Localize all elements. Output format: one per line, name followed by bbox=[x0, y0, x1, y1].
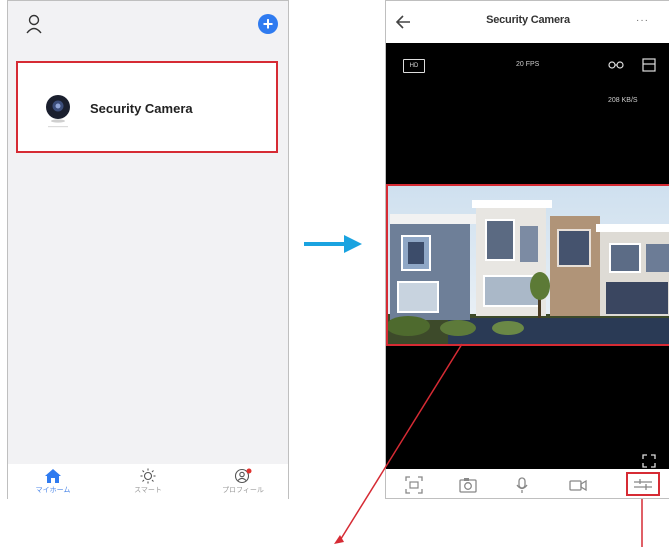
microphone-icon[interactable] bbox=[512, 475, 532, 495]
profile-icon bbox=[234, 468, 252, 484]
live-video-feed[interactable] bbox=[386, 184, 669, 346]
add-device-button[interactable]: + bbox=[258, 14, 278, 34]
device-name: Security Camera bbox=[90, 101, 193, 116]
video-record-icon[interactable] bbox=[568, 475, 588, 495]
camera-live-view-screen: Security Camera ··· HD 20 FPS 208 KB/S bbox=[385, 0, 669, 499]
callout-arrowhead-icon bbox=[334, 535, 344, 544]
quality-badge[interactable]: HD bbox=[403, 59, 425, 73]
flow-arrow-icon bbox=[304, 235, 362, 253]
fps-readout: 20 FPS bbox=[516, 61, 540, 68]
more-options-icon[interactable]: ··· bbox=[636, 15, 649, 26]
page-title: Security Camera bbox=[486, 14, 570, 26]
sun-icon bbox=[140, 468, 156, 484]
house-image bbox=[388, 186, 669, 344]
camera-device-icon bbox=[46, 95, 70, 128]
tab-label: プロフィール bbox=[222, 487, 264, 494]
mute-speaker-icon[interactable] bbox=[608, 58, 624, 72]
header-bar: Security Camera ··· bbox=[386, 1, 669, 43]
camera-snapshot-icon[interactable] bbox=[458, 475, 478, 495]
split-view-icon[interactable] bbox=[642, 58, 656, 72]
tab-profile[interactable]: プロフィール bbox=[208, 464, 278, 499]
home-icon bbox=[45, 469, 61, 483]
home-screen: + Security Camera マイホーム スマート プロフィール bbox=[7, 0, 289, 499]
device-card-security-camera[interactable]: Security Camera bbox=[16, 61, 278, 153]
settings-button[interactable] bbox=[626, 472, 660, 496]
bottom-toolbar bbox=[386, 469, 669, 498]
bitrate-readout: 208 KB/S bbox=[608, 97, 638, 104]
fullscreen-icon[interactable] bbox=[642, 454, 656, 468]
bottom-tab-bar: マイホーム スマート プロフィール bbox=[8, 464, 288, 499]
tab-smart[interactable]: スマート bbox=[113, 464, 183, 499]
settings-sliders-icon bbox=[634, 479, 652, 490]
tab-label: スマート bbox=[134, 487, 162, 494]
tab-my-home[interactable]: マイホーム bbox=[18, 464, 88, 499]
user-icon[interactable] bbox=[24, 13, 44, 35]
screenshot-frame-icon[interactable] bbox=[404, 475, 424, 495]
tab-label: マイホーム bbox=[35, 487, 71, 494]
